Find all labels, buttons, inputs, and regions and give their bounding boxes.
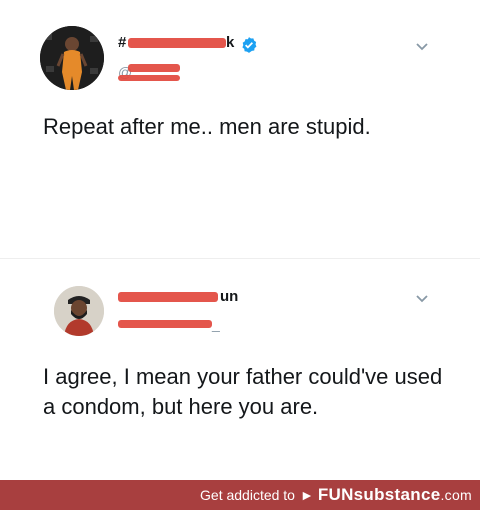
chevron-down-icon[interactable] xyxy=(414,290,430,306)
verified-badge-icon xyxy=(242,37,257,53)
site-watermark-banner: Get addicted to ► FUNsubstance.com xyxy=(0,480,480,510)
tweet-reply: un _ I agree, I mean your father could'v… xyxy=(0,262,480,480)
chevron-down-icon[interactable] xyxy=(414,38,430,54)
tweet-original: # k @ Repeat after me.. men are stupid. xyxy=(0,0,480,250)
arrow-right-icon: ► xyxy=(299,487,314,503)
redaction-handle xyxy=(118,320,212,328)
tweet-text: I agree, I mean your father could've use… xyxy=(43,364,443,419)
footer-lead: Get addicted to xyxy=(200,487,295,503)
display-name[interactable]: # xyxy=(118,34,126,51)
redaction-name xyxy=(128,38,226,48)
handle[interactable]: _ xyxy=(212,316,220,332)
person-photo-avatar xyxy=(54,286,104,336)
divider xyxy=(0,258,480,259)
redaction-handle-2 xyxy=(118,75,180,81)
name-suffix: k xyxy=(226,34,235,51)
name-prefix: # xyxy=(118,34,127,51)
footer-brand: FUNsubstance.com xyxy=(317,485,472,504)
avatar[interactable] xyxy=(40,26,104,90)
person-photo-avatar xyxy=(40,26,104,90)
avatar[interactable] xyxy=(54,286,104,336)
tweet-text: Repeat after me.. men are stupid. xyxy=(43,114,371,139)
redaction-handle xyxy=(128,64,180,72)
name-suffix: un xyxy=(220,288,239,305)
display-name-end[interactable]: un xyxy=(220,288,238,305)
handle-suffix: _ xyxy=(212,316,220,332)
display-name-end: k xyxy=(226,34,234,51)
redaction-name xyxy=(118,292,218,302)
